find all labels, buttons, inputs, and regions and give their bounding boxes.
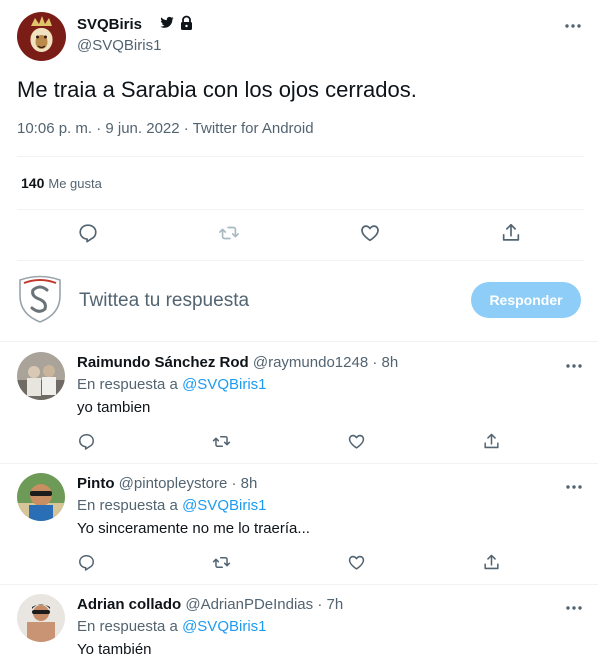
- avatar[interactable]: [17, 473, 65, 521]
- reply-header: Adrian collado @AdrianPDeIndias · 7h: [77, 596, 343, 613]
- likes-label: Me gusta: [48, 176, 102, 191]
- more-options-icon[interactable]: [564, 356, 584, 376]
- tweet-timestamp[interactable]: 10:06 p. m. · 9 jun. 2022 · Twitter for …: [17, 120, 314, 137]
- in-reply-to-label: En respuesta a: [77, 618, 183, 635]
- reply-icon[interactable]: [77, 553, 96, 572]
- avatar[interactable]: [17, 12, 66, 61]
- tweet-actions: [0, 220, 598, 248]
- lock-icon: [181, 15, 192, 30]
- author-name[interactable]: SVQBiris: [77, 16, 142, 33]
- avatar[interactable]: [17, 352, 65, 400]
- more-options-icon[interactable]: [564, 477, 584, 497]
- in-reply-to: En respuesta a @SVQBiris1: [77, 376, 267, 393]
- lion-crest-icon: [30, 16, 53, 52]
- mention-link[interactable]: @SVQBiris1: [182, 376, 266, 393]
- like-icon[interactable]: [359, 222, 381, 244]
- reply-text: yo tambien: [77, 399, 151, 416]
- retweet-icon[interactable]: [212, 432, 231, 451]
- divider: [17, 209, 584, 210]
- author-handle[interactable]: @SVQBiris1: [77, 37, 161, 54]
- reply-header: Raimundo Sánchez Rod @raymundo1248 · 8h: [77, 354, 398, 371]
- share-icon[interactable]: [482, 553, 501, 572]
- reply-icon[interactable]: [77, 222, 99, 244]
- reply-text: Yo también: [77, 641, 152, 658]
- author-row: SVQBiris @SVQBiris1: [17, 12, 587, 62]
- divider: [17, 260, 584, 261]
- twitter-bird-icon: [160, 16, 174, 28]
- reply-header: Pinto @pintopleystore · 8h: [77, 475, 257, 492]
- like-icon[interactable]: [347, 553, 366, 572]
- tweet-text: Me traia a Sarabia con los ojos cerrados…: [17, 77, 417, 102]
- reply-author-name[interactable]: Raimundo Sánchez Rod: [77, 354, 249, 371]
- divider: [17, 156, 584, 157]
- reply-button[interactable]: Responder: [471, 282, 581, 318]
- avatar[interactable]: [17, 594, 65, 642]
- in-reply-to: En respuesta a @SVQBiris1: [77, 618, 267, 635]
- share-icon[interactable]: [500, 222, 522, 244]
- in-reply-to-label: En respuesta a: [77, 376, 183, 393]
- reply-author-handle[interactable]: @raymundo1248 · 8h: [253, 354, 398, 371]
- reply-author-name[interactable]: Pinto: [77, 475, 115, 492]
- reply-actions: [0, 553, 598, 575]
- more-options-icon[interactable]: [563, 16, 583, 36]
- in-reply-to-label: En respuesta a: [77, 497, 183, 514]
- reply-tweet[interactable]: Raimundo Sánchez Rod @raymundo1248 · 8h …: [0, 342, 598, 463]
- in-reply-to: En respuesta a @SVQBiris1: [77, 497, 267, 514]
- name-icons: [160, 15, 194, 36]
- likes-stat[interactable]: 140 Me gusta: [21, 175, 102, 191]
- reply-text: Yo sinceramente no me lo traería...: [77, 520, 310, 537]
- likes-count: 140: [21, 175, 45, 191]
- reply-author-name[interactable]: Adrian collado: [77, 596, 181, 613]
- mention-link[interactable]: @SVQBiris1: [182, 618, 266, 635]
- mention-link[interactable]: @SVQBiris1: [182, 497, 266, 514]
- retweet-icon[interactable]: [212, 553, 231, 572]
- reply-icon[interactable]: [77, 432, 96, 451]
- reply-composer: Twittea tu respuesta Responder: [0, 268, 598, 338]
- share-icon[interactable]: [482, 432, 501, 451]
- like-icon[interactable]: [347, 432, 366, 451]
- reply-author-handle[interactable]: @pintopleystore · 8h: [119, 475, 258, 492]
- reply-tweet[interactable]: Adrian collado @AdrianPDeIndias · 7h En …: [0, 584, 598, 666]
- more-options-icon[interactable]: [564, 598, 584, 618]
- reply-actions: [0, 432, 598, 454]
- user-avatar-crest-icon: [19, 275, 61, 323]
- reply-author-handle[interactable]: @AdrianPDeIndias · 7h: [185, 596, 343, 613]
- reply-input[interactable]: Twittea tu respuesta: [79, 290, 249, 312]
- retweet-icon[interactable]: [218, 222, 240, 244]
- reply-tweet[interactable]: Pinto @pintopleystore · 8h En respuesta …: [0, 463, 598, 584]
